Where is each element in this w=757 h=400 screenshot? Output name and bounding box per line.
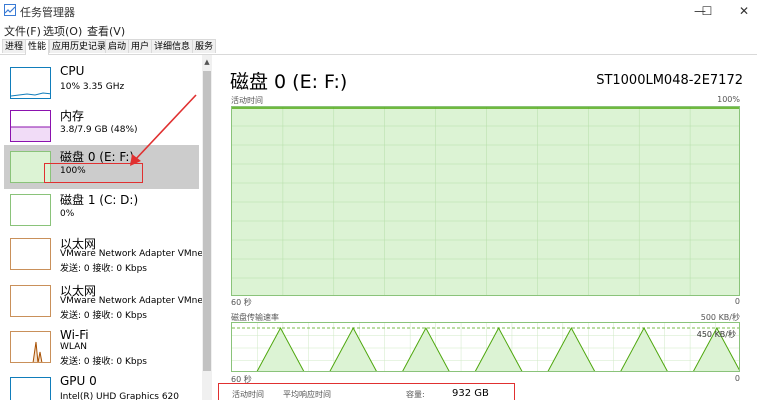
sidebar-item-memory[interactable]: 内存 3.8/7.9 GB (48%) [4,104,199,148]
menu-options[interactable]: 选项(O) [43,23,82,39]
tab-users[interactable]: 用户 [128,39,153,53]
sidebar-item-label: CPU [60,64,85,78]
sidebar-item-detail: Intel(R) UHD Graphics 620 [60,392,179,400]
ethernet-thumbnail [10,285,51,317]
scroll-up-arrow-icon[interactable]: ▲ [202,55,212,69]
ethernet-thumbnail [10,238,51,270]
sidebar-item-detail: 3.8/7.9 GB (48%) [60,125,138,135]
cpu-thumbnail [10,67,51,99]
sidebar-item-throughput: 发送: 0 接收: 0 Kbps [60,264,147,274]
active-time-plot [232,107,739,295]
tab-performance[interactable]: 性能 [25,39,50,55]
sidebar-item-label: GPU 0 [60,374,97,388]
sidebar-item-throughput: 发送: 0 接收: 0 Kbps [60,311,147,321]
active-time-min: 0 [734,297,740,306]
sidebar-item-ethernet-vmnet1[interactable]: 以太网 VMware Network Adapter VMnet1 发送: 0 … [4,232,203,276]
scroll-thumb[interactable] [203,71,211,371]
active-time-label: 活动时间 [231,96,263,105]
sidebar-item-label: 磁盘 1 (C: D:) [60,193,139,207]
wifi-thumbnail [10,331,51,363]
sidebar-item-wifi[interactable]: Wi-Fi WLAN 发送: 0 接收: 0 Kbps [4,325,199,369]
tab-details[interactable]: 详细信息 [151,39,194,53]
tab-services[interactable]: 服务 [192,39,217,53]
menu-file[interactable]: 文件(F) [4,23,41,39]
maximize-button[interactable]: ☐ [688,0,726,22]
sidebar-item-detail: VMware Network Adapter VMnet8 [60,296,203,306]
active-time-graph [231,106,740,296]
sidebar-item-detail: WLAN [60,342,88,352]
window-title: 任务管理器 [20,6,75,19]
close-button[interactable]: ✕ [725,0,757,22]
tab-startup[interactable]: 启动 [105,39,130,53]
transfer-rate-plot [232,323,739,371]
sidebar-item-gpu-0[interactable]: GPU 0 Intel(R) UHD Graphics 620 [4,371,199,400]
annotation-box-disk [44,163,143,183]
transfer-rate-min: 0 [734,374,740,383]
task-manager-icon [4,4,16,16]
sidebar-item-throughput: 发送: 0 接收: 0 Kbps [60,357,147,367]
tab-bar: 进程 性能 应用历史记录 启动 用户 详细信息 服务 [0,38,757,55]
sidebar-item-detail: 10% 3.35 GHz [60,82,125,92]
transfer-rate-graph: 450 KB/秒 [231,322,740,372]
transfer-rate-peak: 450 KB/秒 [696,330,736,339]
sidebar-item-ethernet-vmnet8[interactable]: 以太网 VMware Network Adapter VMnet8 发送: 0 … [4,279,203,323]
tab-app-history[interactable]: 应用历史记录 [49,39,110,53]
active-time-x-label: 60 秒 [231,298,252,307]
sidebar-item-cpu[interactable]: CPU 10% 3.35 GHz [4,61,199,105]
disk-1-thumbnail [10,194,51,226]
sidebar-scrollbar[interactable]: ▲ [202,55,212,400]
title-bar: 任务管理器 — ☐ ✕ [0,0,757,22]
sidebar-item-label: 内存 [60,109,85,123]
sidebar-item-disk-1[interactable]: 磁盘 1 (C: D:) 0% [4,188,199,232]
menu-view[interactable]: 查看(V) [87,23,125,39]
tab-processes[interactable]: 进程 [2,39,27,53]
disk-model: ST1000LM048-2E7172 [596,73,743,88]
page-title: 磁盘 0 (E: F:) [230,71,348,93]
active-time-max: 100% [717,95,740,104]
resource-sidebar: CPU 10% 3.35 GHz 内存 3.8/7.9 GB (48%) 磁盘 … [0,55,203,400]
sidebar-item-label: Wi-Fi [60,328,89,342]
disk-detail-panel: 磁盘 0 (E: F:) ST1000LM048-2E7172 活动时间 100… [214,55,757,400]
sidebar-item-detail: VMware Network Adapter VMnet1 [60,249,203,259]
sidebar-item-detail: 0% [60,209,75,219]
memory-thumbnail [10,110,51,142]
gpu-thumbnail [10,377,51,400]
annotation-box-stats [218,383,515,400]
